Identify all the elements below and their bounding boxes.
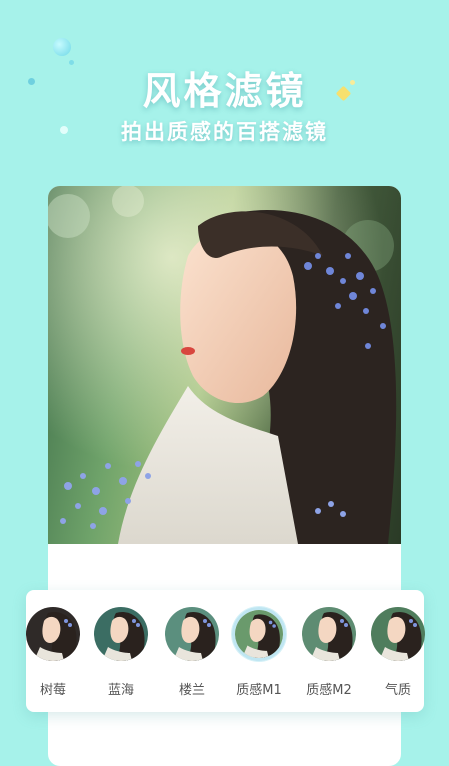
- filter-label: 蓝海: [107, 683, 134, 698]
- filter-thumbnail[interactable]: [94, 607, 148, 661]
- filter-thumbnail[interactable]: [26, 607, 80, 661]
- filter-option[interactable]: 树莓: [18, 607, 88, 698]
- filter-option[interactable]: 质感M2: [294, 607, 364, 698]
- page-title: 风格滤镜: [142, 69, 307, 113]
- filter-label: 树莓: [39, 683, 66, 698]
- filter-label: 质感M1: [236, 683, 282, 698]
- filter-thumbnail[interactable]: [232, 607, 286, 661]
- filter-thumbnail[interactable]: [165, 607, 219, 661]
- filter-label: 气质: [384, 683, 411, 698]
- preview-photo: [48, 186, 401, 544]
- filter-option[interactable]: 质感M1: [224, 607, 294, 698]
- filter-label: 楼兰: [178, 683, 205, 698]
- filter-option[interactable]: 蓝海: [86, 607, 156, 698]
- filter-strip: 树莓 蓝海 楼兰 质感M1 质感M2 气质: [26, 590, 425, 712]
- filter-label: 质感M2: [306, 683, 352, 698]
- filter-option[interactable]: 楼兰: [157, 607, 227, 698]
- filter-option[interactable]: 气质: [363, 607, 433, 698]
- filter-thumbnail[interactable]: [302, 607, 356, 661]
- decor-bubble-large: [53, 38, 71, 56]
- page-subtitle: 拍出质感的百搭滤镜: [121, 120, 328, 144]
- filter-thumbnail[interactable]: [371, 607, 425, 661]
